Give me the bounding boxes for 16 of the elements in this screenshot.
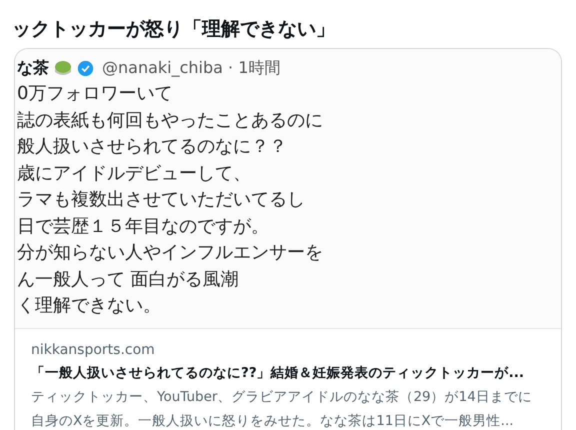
tweet-text-line: く理解できない。 [17,294,162,318]
tweet-text-line: 般人扱いさせられてるのなに？？ [17,135,288,159]
link-description: ティックトッカー、YouTuber、グラビアアイドルのなな茶（29）が14日までに自身のXを更新。一般人扱いに怒りをみせた。なな茶は11日にXで一般男性... [31,388,533,430]
tweet-text-line: 誌の表紙も何回もやったことあるのに [17,108,324,132]
user-handle: @nanaki_chiba · 1時間 [102,58,280,78]
tweet-text-line: 日で芸歴１５年目なのですが。 [17,214,270,238]
tweet-text-line: 0万フォロワーいて [17,82,174,106]
link-title: 「一般人扱いさせられてるのなに??」結婚＆妊娠発表のティックトッカーが... [31,364,526,382]
tweet-text-line: ラマも複数出させていただいてるし [17,188,306,212]
article-headline: ックトッカーが怒り「理解できない」 [11,17,336,42]
tweet-text-line: 分が知らない人やインフルエンサーを [17,241,324,265]
tweet-text-line: 歳にアイドルデビューして、 [17,162,252,186]
link-domain: nikkansports.com [31,340,156,360]
link-card[interactable] [14,48,562,430]
user-name: な茶 [17,58,49,78]
tweet-text-line: ん一般人って 面白がる風潮 [17,268,240,292]
